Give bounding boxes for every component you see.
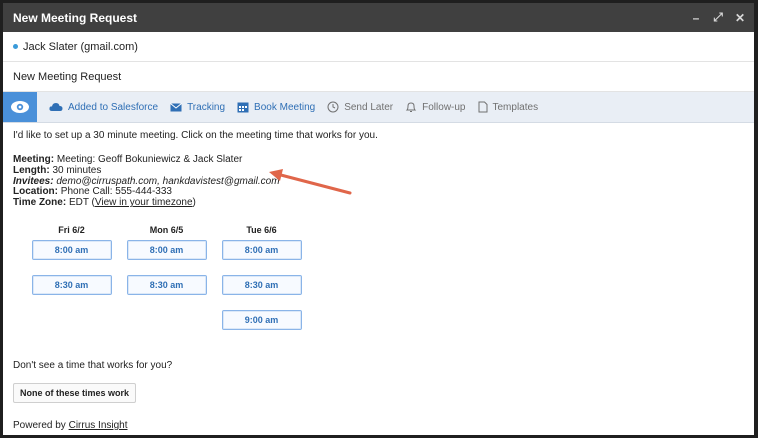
no-time-text: Don't see a time that works for you? bbox=[13, 359, 173, 371]
day-column: Tue 6/6 8:00 am 8:30 am 9:00 am bbox=[214, 225, 309, 345]
send-later-button[interactable]: Send Later bbox=[327, 101, 393, 113]
close-button[interactable]: ✕ bbox=[734, 11, 746, 25]
time-slots: Fri 6/2 8:00 am 8:30 am Mon 6/5 8:00 am … bbox=[24, 225, 744, 345]
templates-button[interactable]: Templates bbox=[478, 101, 539, 113]
time-slot-button[interactable]: 8:00 am bbox=[31, 239, 112, 260]
tracking-label: Tracking bbox=[187, 101, 226, 113]
invitees-label: Invitees: bbox=[13, 175, 54, 187]
day-column: Fri 6/2 8:00 am 8:30 am bbox=[24, 225, 119, 345]
follow-up-label: Follow-up bbox=[422, 101, 466, 113]
time-slot-button[interactable]: 9:00 am bbox=[221, 309, 302, 330]
length-label: Length: bbox=[13, 164, 50, 176]
added-to-salesforce-label: Added to Salesforce bbox=[68, 101, 159, 113]
view-timezone-link[interactable]: View in your timezone bbox=[95, 197, 193, 208]
invitees-value: demo@cirruspath.com, hankdavistest@gmail… bbox=[56, 175, 280, 187]
meeting-value: Meeting: Geoff Bokuniewicz & Jack Slater bbox=[56, 154, 243, 165]
cirrus-toolbar: Added to Salesforce Tracking Book Meetin… bbox=[3, 92, 754, 123]
book-meeting-label: Book Meeting bbox=[254, 101, 316, 113]
time-slot-button[interactable]: 8:30 am bbox=[126, 274, 207, 295]
day-header: Tue 6/6 bbox=[246, 224, 277, 235]
time-slot-button[interactable]: 8:30 am bbox=[221, 274, 302, 295]
clock-icon bbox=[327, 101, 339, 113]
document-icon bbox=[478, 101, 487, 113]
time-slot-button[interactable]: 8:00 am bbox=[221, 239, 302, 260]
window-title: New Meeting Request bbox=[13, 10, 138, 25]
message-body[interactable]: I'd like to set up a 30 minute meeting. … bbox=[3, 123, 754, 435]
powered-by-label: Powered by bbox=[13, 419, 69, 431]
timezone-close-paren: ) bbox=[192, 197, 196, 209]
to-field[interactable]: Jack Slater (gmail.com) bbox=[3, 32, 754, 62]
envelope-icon bbox=[170, 103, 182, 112]
title-bar: New Meeting Request – ⤢ ✕ bbox=[3, 3, 754, 32]
day-header: Fri 6/2 bbox=[58, 224, 85, 235]
added-to-salesforce-button[interactable]: Added to Salesforce bbox=[49, 102, 158, 113]
timezone-value: EDT ( bbox=[68, 197, 95, 209]
bell-icon bbox=[405, 102, 417, 112]
recipient-chip[interactable]: Jack Slater (gmail.com) bbox=[23, 41, 138, 53]
time-slot-button[interactable]: 8:30 am bbox=[31, 274, 112, 295]
timezone-detail: Time Zone: EDT (View in your timezone) bbox=[13, 197, 744, 209]
expand-button[interactable]: ⤢ bbox=[712, 10, 724, 25]
templates-label: Templates bbox=[492, 101, 539, 113]
location-label: Location: bbox=[13, 186, 58, 198]
book-meeting-button[interactable]: Book Meeting bbox=[237, 101, 315, 113]
calendar-icon bbox=[237, 102, 249, 113]
cirrus-logo-icon[interactable] bbox=[3, 92, 37, 122]
time-slot-button[interactable]: 8:00 am bbox=[126, 239, 207, 260]
subject-field[interactable]: New Meeting Request bbox=[3, 62, 754, 92]
day-header: Mon 6/5 bbox=[149, 224, 184, 235]
powered-by: Powered by Cirrus Insight bbox=[13, 420, 744, 431]
recipient-status-icon bbox=[13, 44, 18, 49]
cirrus-insight-link[interactable]: Cirrus Insight bbox=[69, 420, 128, 431]
minimize-button[interactable]: – bbox=[690, 11, 702, 25]
location-value: Phone Call: 555-444-333 bbox=[60, 186, 172, 198]
annotation-arrow-icon bbox=[269, 169, 352, 195]
length-value: 30 minutes bbox=[52, 164, 102, 176]
send-later-label: Send Later bbox=[344, 101, 394, 113]
follow-up-button[interactable]: Follow-up bbox=[405, 101, 466, 113]
intro-text: I'd like to set up a 30 minute meeting. … bbox=[13, 130, 378, 141]
subject-text: New Meeting Request bbox=[13, 70, 122, 83]
timezone-label: Time Zone: bbox=[13, 197, 67, 209]
cloud-icon bbox=[49, 103, 63, 111]
compose-window: New Meeting Request – ⤢ ✕ Jack Slater (g… bbox=[3, 3, 754, 435]
meeting-label: Meeting: bbox=[13, 154, 55, 165]
tracking-button[interactable]: Tracking bbox=[170, 102, 225, 113]
window-controls: – ⤢ ✕ bbox=[690, 10, 746, 25]
meeting-detail: Meeting: Meeting: Geoff Bokuniewicz & Ja… bbox=[13, 154, 744, 166]
none-of-these-times-button[interactable]: None of these times work bbox=[13, 382, 137, 403]
day-column: Mon 6/5 8:00 am 8:30 am bbox=[119, 225, 214, 345]
